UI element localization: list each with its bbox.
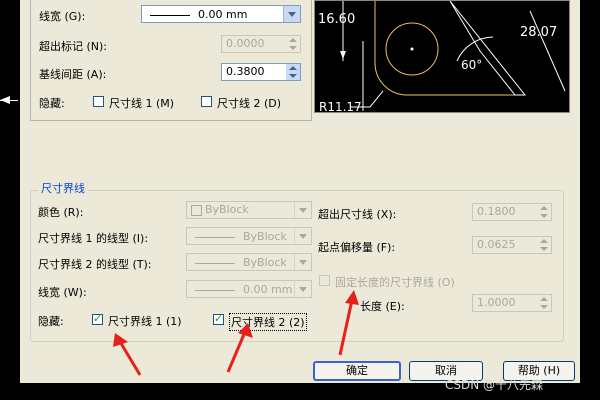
annotation-arrow-3-icon xyxy=(338,299,354,356)
annotation-arrow-1-icon xyxy=(117,339,142,376)
annotation-arrowhead-3-icon xyxy=(345,290,359,305)
watermark-text: CSDN @十八先森 xyxy=(445,378,544,392)
annotation-arrowhead-2-icon xyxy=(238,323,253,338)
annotation-arrow-2-icon xyxy=(226,331,247,373)
annotation-overlay xyxy=(113,290,359,376)
